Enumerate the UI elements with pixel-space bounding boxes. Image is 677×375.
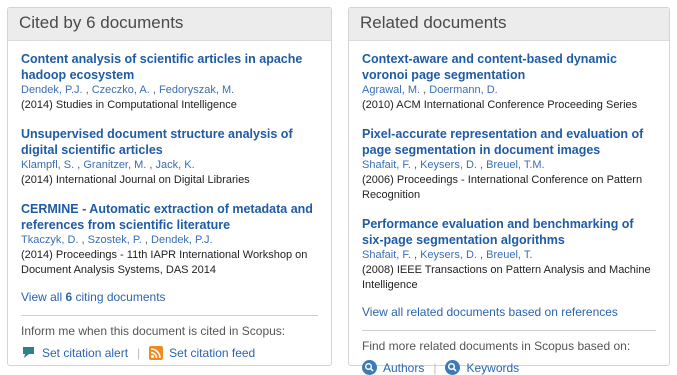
author-link[interactable]: Klampfl, S. [21,159,74,171]
related-document: Performance evaluation and benchmarking … [362,216,656,293]
citing-document-title[interactable]: Unsupervised document structure analysis… [21,126,318,158]
authors-label: Authors [383,360,425,375]
view-all-suffix: citing documents [72,290,166,304]
view-all-citing-link[interactable]: View all 6 citing documents [21,290,318,304]
author-link[interactable]: Breuel, T.M. [486,159,545,171]
author-list: Dendek, P.J. , Czeczko, A. , Fedoryszak,… [21,84,235,96]
author-link[interactable]: Dendek, P.J. [21,84,83,96]
rss-icon [149,345,164,360]
view-all-prefix: View all [21,290,66,304]
related-document-title[interactable]: Pixel-accurate representation and evalua… [362,126,656,158]
author-link[interactable]: Shafait, F. [362,159,411,171]
citation-actions: Set citation alert | Set citation feed [21,345,318,360]
citing-document: Content analysis of scientific articles … [21,51,318,113]
document-source: (2014) Proceedings - 11th IAPR Internati… [21,249,308,276]
author-list: Klampfl, S. , Granitzer, M. , Jack, K. [21,159,195,171]
cited-by-header: Cited by 6 documents [8,8,331,41]
separator: | [137,345,141,360]
document-source: (2008) IEEE Transactions on Pattern Anal… [362,264,651,291]
document-source: (2006) Proceedings - International Confe… [362,174,643,201]
view-all-related-link[interactable]: View all related documents based on refe… [362,305,656,319]
find-more-label: Find more related documents in Scopus ba… [362,339,631,353]
citing-document: Unsupervised document structure analysis… [21,126,318,188]
author-link[interactable]: Doermann, D. [429,84,497,96]
set-citation-feed-label: Set citation feed [169,345,256,360]
author-link[interactable]: Granitzer, M. [83,159,146,171]
author-link[interactable]: Shafait, F. [362,249,411,261]
divider [362,330,656,331]
find-more-actions: Authors | Keywords [362,360,656,375]
citing-document-title[interactable]: CERMINE - Automatic extraction of metada… [21,201,318,233]
divider [21,315,318,316]
document-source: (2014) International Journal on Digital … [21,174,250,186]
author-link[interactable]: Keysers, D. [420,249,477,261]
search-icon [445,360,461,375]
search-icon [362,360,377,375]
author-list: Shafait, F. , Keysers, D. , Breuel, T.M. [362,159,545,171]
cited-by-panel: Cited by 6 documents Content analysis of… [7,7,332,366]
author-link[interactable]: Keysers, D. [420,159,477,171]
citing-document-title[interactable]: Content analysis of scientific articles … [21,51,318,83]
related-document-title[interactable]: Context-aware and content-based dynamic … [362,51,656,83]
keywords-label: Keywords [466,360,520,375]
author-list: Tkaczyk, D. , Szostek, P. , Dendek, P.J. [21,234,213,246]
author-link[interactable]: Agrawal, M. [362,84,420,96]
author-link[interactable]: Szostek, P. [88,234,142,246]
related-by-keywords-link[interactable]: Keywords [445,360,519,375]
author-list: Agrawal, M. , Doermann, D. [362,84,498,96]
author-list: Shafait, F. , Keysers, D. , Breuel, T. [362,249,533,261]
document-source: (2014) Studies in Computational Intellig… [21,99,237,111]
set-citation-alert-link[interactable]: Set citation alert [21,345,128,360]
bell-icon [23,347,34,358]
author-link[interactable]: Fedoryszak, M. [159,84,234,96]
related-document: Context-aware and content-based dynamic … [362,51,656,113]
set-citation-feed-link[interactable]: Set citation feed [149,345,256,360]
related-documents-panel: Related documents Context-aware and cont… [348,7,670,375]
author-link[interactable]: Jack, K. [156,159,195,171]
author-link[interactable]: Breuel, T. [486,249,532,261]
author-link[interactable]: Czeczko, A. [92,84,150,96]
citing-document: CERMINE - Automatic extraction of metada… [21,201,318,278]
document-source: (2010) ACM International Conference Proc… [362,99,638,111]
author-link[interactable]: Tkaczyk, D. [21,234,78,246]
related-by-authors-link[interactable]: Authors [362,360,424,375]
related-documents-header: Related documents [349,8,669,41]
author-link[interactable]: Dendek, P.J. [151,234,213,246]
related-document: Pixel-accurate representation and evalua… [362,126,656,203]
set-citation-alert-label: Set citation alert [42,345,129,360]
inform-label: Inform me when this document is cited in… [21,324,286,338]
separator: | [433,360,437,375]
related-document-title[interactable]: Performance evaluation and benchmarking … [362,216,656,248]
